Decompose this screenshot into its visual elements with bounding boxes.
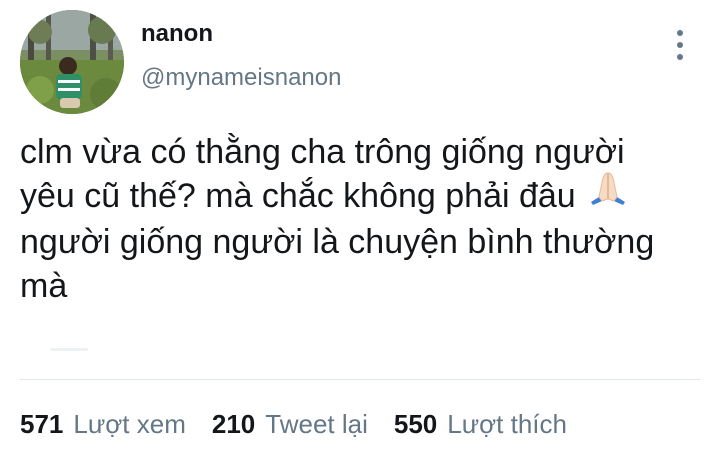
retweets-stat[interactable]: 210 Tweet lại [212, 408, 368, 440]
tweet-card: nanon @mynameisnanon clm vừa có thằng ch… [0, 0, 720, 452]
display-name[interactable]: nanon [141, 20, 213, 48]
likes-label: Lượt thích [447, 409, 567, 439]
tweet-text-line: clm vừa có thằng cha trông giống người [20, 133, 625, 171]
likes-count: 550 [393, 409, 438, 439]
views-label: Lượt xem [73, 409, 186, 439]
tweet-text-line: người giống người là chuyện bình thường [20, 222, 655, 261]
views-stat[interactable]: 571 Lượt xem [20, 408, 186, 440]
avatar-photo [20, 10, 124, 114]
views-count: 571 [20, 409, 64, 439]
divider [20, 379, 700, 380]
folded-hands-icon [588, 169, 628, 220]
retweets-label: Tweet lại [265, 409, 368, 439]
faint-divider-mark [50, 348, 88, 351]
tweet-stats: 571 Lượt xem 210 Tweet lại 550 Lượt thíc… [20, 408, 593, 440]
tweet-text-line: mà [20, 266, 68, 305]
avatar[interactable] [20, 10, 124, 114]
tweet-text: clm vừa có thằng cha trông giống người y… [20, 130, 700, 308]
more-vertical-icon [677, 30, 683, 36]
more-options-button[interactable] [670, 28, 690, 62]
user-handle[interactable]: @mynameisnanon [141, 64, 341, 92]
likes-stat[interactable]: 550 Lượt thích [394, 408, 567, 440]
retweets-count: 210 [211, 409, 256, 439]
tweet-text-line: yêu cũ thế? mà chắc không phải đâu [20, 172, 700, 220]
